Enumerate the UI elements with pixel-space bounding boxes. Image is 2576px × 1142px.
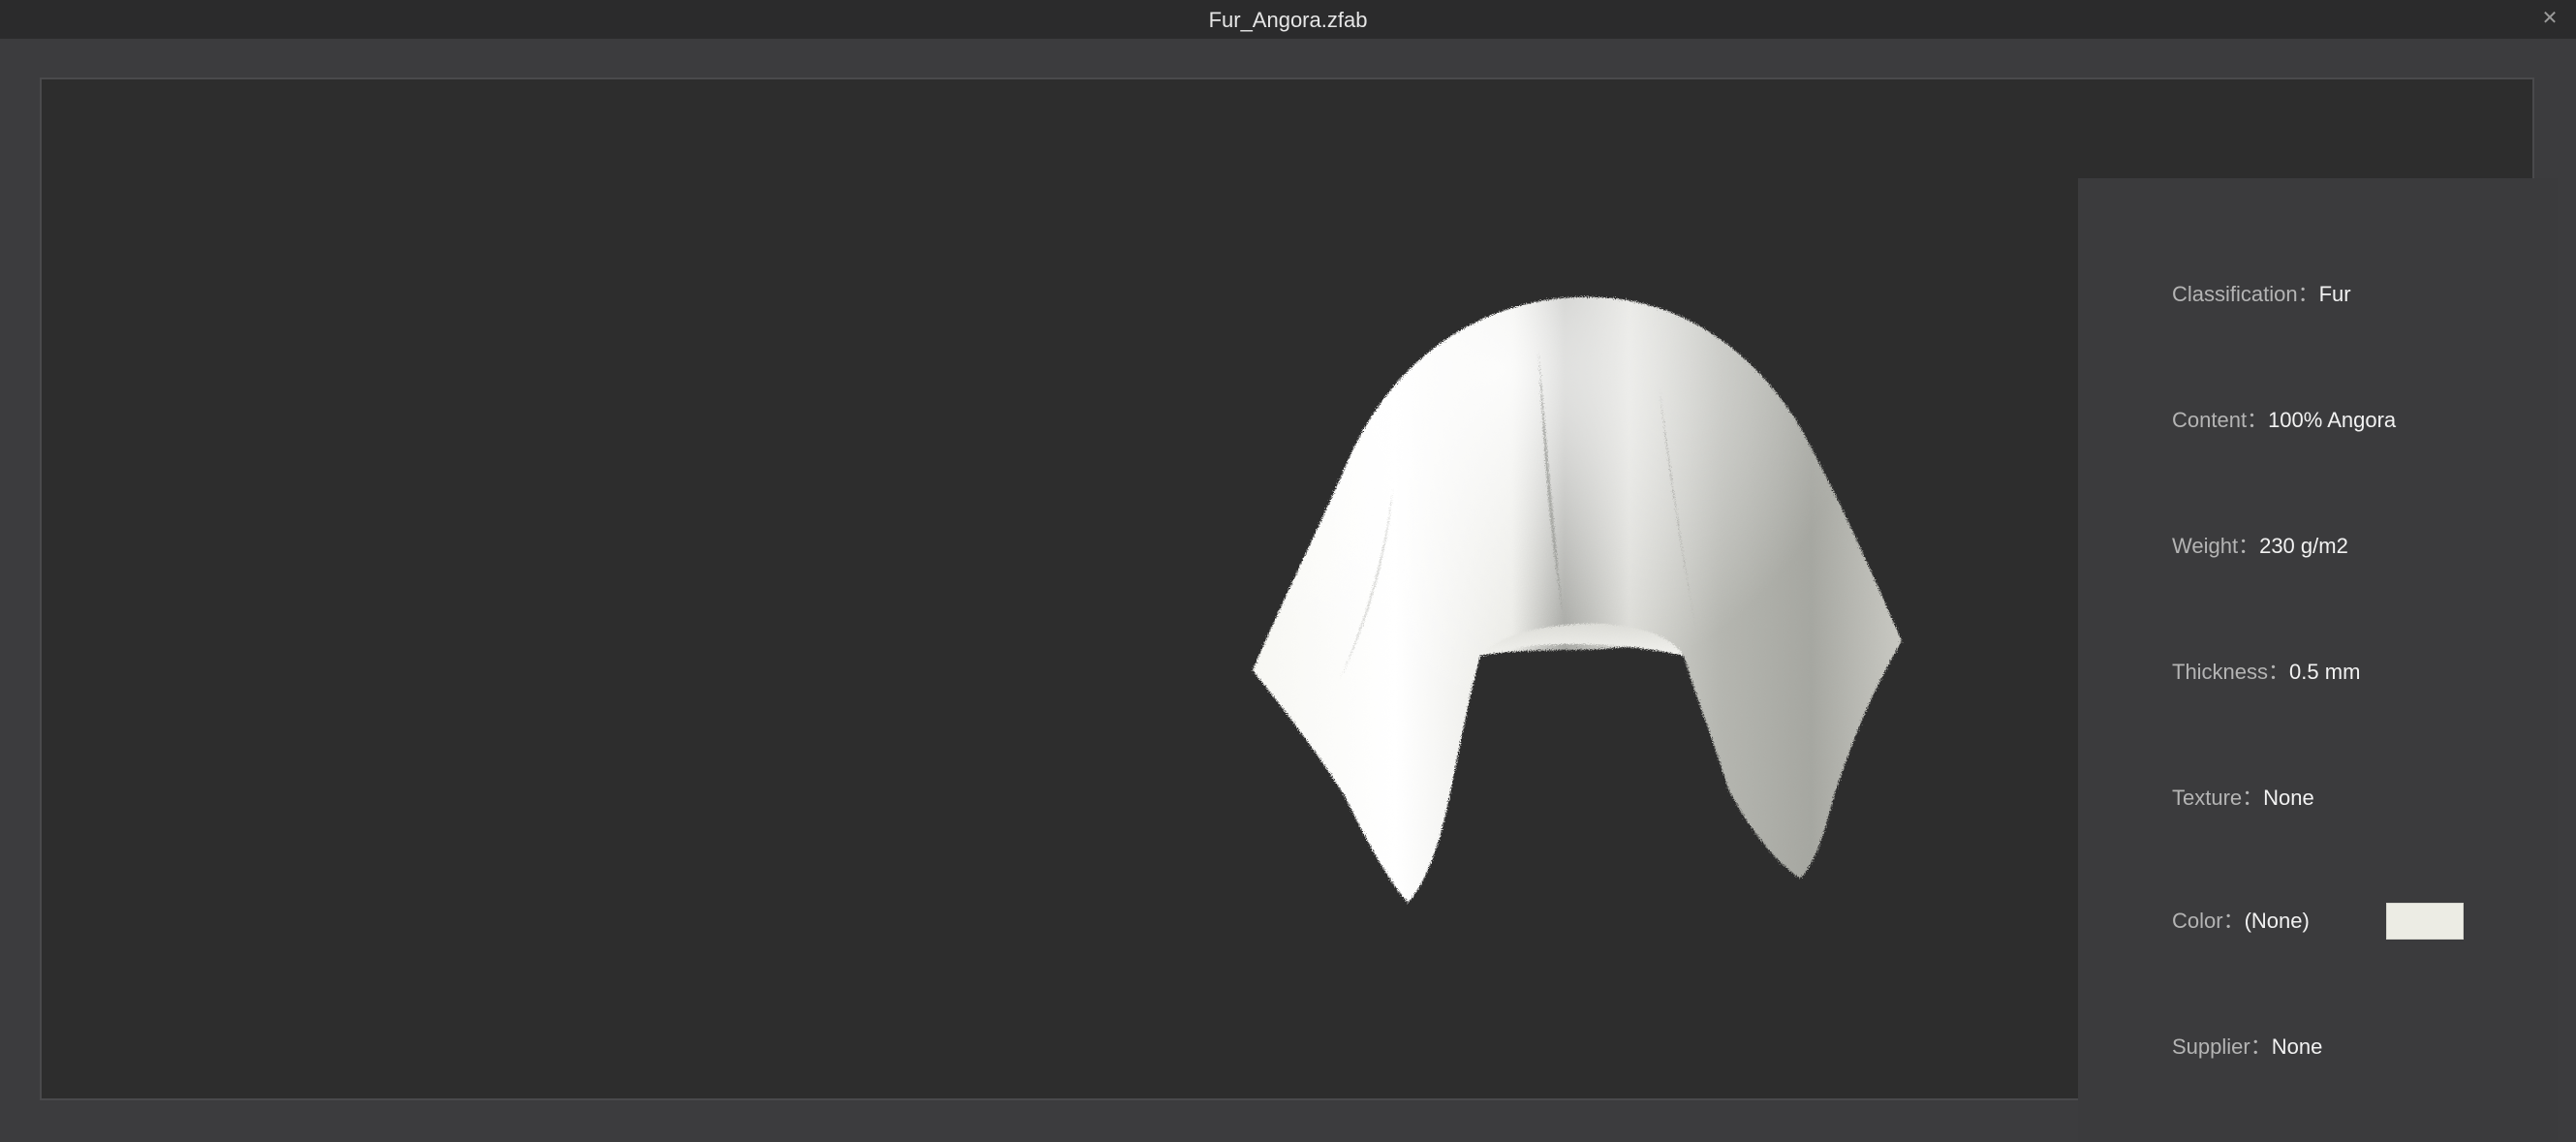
- material-preview-window: Fur_Angora.zfab ✕ Classification：Fur Con…: [0, 0, 2576, 1142]
- texture-label: Texture：: [2172, 786, 2264, 810]
- supplier-label: Supplier：: [2172, 1034, 2272, 1059]
- content-row: Content：100% Angora: [2172, 401, 2396, 440]
- thickness-value: 0.5 mm: [2289, 660, 2361, 684]
- window-title: Fur_Angora.zfab: [1208, 8, 1368, 32]
- classification-value: Fur: [2318, 282, 2351, 306]
- weight-row: Weight：230 g/m2: [2172, 527, 2348, 566]
- texture-row: Texture：None: [2172, 779, 2314, 818]
- supplier-row: Supplier：None: [2172, 1028, 2322, 1066]
- texture-value: None: [2263, 786, 2314, 810]
- color-row: Color：(None): [2172, 902, 2310, 941]
- weight-label: Weight：: [2172, 534, 2260, 558]
- material-info-panel: Classification：Fur Content：100% Angora W…: [2078, 178, 2558, 1142]
- draped-fabric-render: [1253, 296, 1902, 903]
- weight-value: 230 g/m2: [2259, 534, 2348, 558]
- thickness-label: Thickness：: [2172, 660, 2290, 684]
- color-swatch[interactable]: [2386, 903, 2464, 940]
- classification-row: Classification：Fur: [2172, 275, 2351, 314]
- color-value: (None): [2244, 909, 2310, 933]
- classification-label: Classification：: [2172, 282, 2319, 306]
- fabric-preview-viewport[interactable]: Classification：Fur Content：100% Angora W…: [40, 77, 2558, 1142]
- close-icon[interactable]: ✕: [2535, 4, 2564, 33]
- title-bar: Fur_Angora.zfab ✕: [0, 0, 2576, 39]
- thickness-row: Thickness：0.5 mm: [2172, 653, 2360, 692]
- content-label: Content：: [2172, 408, 2269, 432]
- color-label: Color：: [2172, 909, 2245, 933]
- content-value: 100% Angora: [2268, 408, 2397, 432]
- supplier-value: None: [2271, 1034, 2323, 1059]
